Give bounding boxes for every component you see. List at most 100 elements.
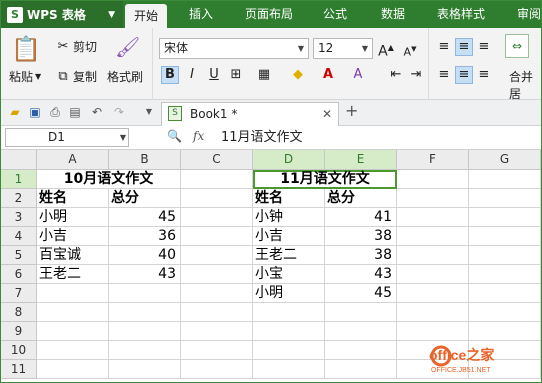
open-folder-icon[interactable]: ▰ [7, 104, 23, 120]
font-size-select[interactable]: 12 ▼ [313, 38, 373, 59]
document-tab[interactable]: S Book1 * ✕ [161, 102, 339, 126]
font-color-icon[interactable]: A [319, 66, 337, 84]
column-header-g[interactable]: G [469, 150, 541, 170]
cell-b7[interactable] [109, 284, 181, 303]
column-header-a[interactable]: A [37, 150, 109, 170]
cell-g8[interactable] [469, 303, 541, 322]
cell-f8[interactable] [397, 303, 469, 322]
column-header-d[interactable]: D [253, 150, 325, 170]
column-header-b[interactable]: B [109, 150, 181, 170]
cell-d4[interactable]: 小吉 [253, 227, 325, 246]
cell-f4[interactable] [397, 227, 469, 246]
align-bottom-icon[interactable]: ≡ [475, 38, 493, 56]
save-icon[interactable]: ▣ [27, 104, 43, 120]
print-preview-icon[interactable]: ▤ [67, 104, 83, 120]
cell-f2[interactable] [397, 189, 469, 208]
cell-g7[interactable] [469, 284, 541, 303]
row-header-6[interactable]: 6 [1, 265, 37, 284]
close-icon[interactable]: ✕ [322, 103, 332, 125]
underline-button[interactable]: U [205, 66, 223, 84]
column-header-f[interactable]: F [397, 150, 469, 170]
format-painter-button[interactable]: 格式刷 [107, 68, 143, 85]
column-header-c[interactable]: C [181, 150, 253, 170]
cell-b4[interactable]: 36 [109, 227, 181, 246]
zoom-search-icon[interactable]: 🔍 [167, 129, 182, 143]
row-header-4[interactable]: 4 [1, 227, 37, 246]
cell-b11[interactable] [109, 360, 181, 379]
cell-style-icon[interactable]: ▦ [255, 66, 273, 84]
cell-a5[interactable]: 百宝诚 [37, 246, 109, 265]
borders-icon[interactable]: ⊞ [227, 66, 245, 84]
cell-a1[interactable]: 10月语文作文 [37, 170, 181, 189]
cell-a3[interactable]: 小明 [37, 208, 109, 227]
indent-increase-icon[interactable]: ⇥ [407, 66, 425, 84]
cell-c5[interactable] [181, 246, 253, 265]
cell-d1[interactable]: 11月语文作文 [253, 170, 397, 189]
italic-button[interactable]: I [183, 66, 201, 84]
customize-toolbar-icon[interactable]: ▼ [141, 104, 157, 120]
paste-icon[interactable]: 📋 [11, 34, 41, 64]
cell-a7[interactable] [37, 284, 109, 303]
app-menu-button[interactable]: S WPS 表格 ▼ [1, 1, 123, 28]
cell-e11[interactable] [325, 360, 397, 379]
paste-button[interactable]: 粘贴 ▼ [9, 68, 41, 85]
cell-b3[interactable]: 45 [109, 208, 181, 227]
cell-c2[interactable] [181, 189, 253, 208]
tab-formulas[interactable]: 公式 [315, 1, 355, 28]
align-right-icon[interactable]: ≡ [475, 66, 493, 84]
row-header-9[interactable]: 9 [1, 322, 37, 341]
cell-e5[interactable]: 38 [325, 246, 397, 265]
row-header-3[interactable]: 3 [1, 208, 37, 227]
cell-e2[interactable]: 总分 [325, 189, 397, 208]
cell-b2[interactable]: 总分 [109, 189, 181, 208]
cell-e6[interactable]: 43 [325, 265, 397, 284]
cell-b10[interactable] [109, 341, 181, 360]
brush-icon[interactable]: 🖌 [115, 34, 141, 60]
function-icon[interactable]: fx [193, 129, 204, 143]
cell-c1[interactable] [181, 170, 253, 189]
row-header-2[interactable]: 2 [1, 189, 37, 208]
name-box[interactable]: D1 ▼ [5, 128, 129, 147]
fill-color-icon[interactable]: ◆ [289, 66, 307, 84]
cell-c7[interactable] [181, 284, 253, 303]
row-header-11[interactable]: 11 [1, 360, 37, 379]
cell-c9[interactable] [181, 322, 253, 341]
cell-c4[interactable] [181, 227, 253, 246]
shrink-font-icon[interactable]: A▼ [401, 40, 419, 59]
grow-font-icon[interactable]: A▲ [377, 39, 395, 60]
align-left-icon[interactable]: ≡ [435, 66, 453, 84]
cell-e4[interactable]: 38 [325, 227, 397, 246]
new-tab-plus-icon[interactable]: + [345, 101, 358, 120]
row-header-7[interactable]: 7 [1, 284, 37, 303]
print-icon[interactable]: ⎙ [47, 104, 63, 120]
cut-button[interactable]: ✂ 剪切 [55, 38, 97, 55]
cell-d7[interactable]: 小明 [253, 284, 325, 303]
cell-c6[interactable] [181, 265, 253, 284]
cell-e7[interactable]: 45 [325, 284, 397, 303]
cell-e9[interactable] [325, 322, 397, 341]
align-middle-icon[interactable]: ≡ [455, 38, 473, 56]
tab-table-style[interactable]: 表格样式 [429, 1, 493, 28]
cell-b6[interactable]: 43 [109, 265, 181, 284]
cell-f3[interactable] [397, 208, 469, 227]
cell-g3[interactable] [469, 208, 541, 227]
cell-d3[interactable]: 小钟 [253, 208, 325, 227]
cell-d9[interactable] [253, 322, 325, 341]
cell-a11[interactable] [37, 360, 109, 379]
cell-f7[interactable] [397, 284, 469, 303]
cell-b8[interactable] [109, 303, 181, 322]
cell-d10[interactable] [253, 341, 325, 360]
undo-icon[interactable]: ↶ [89, 104, 105, 120]
bold-button[interactable]: B [161, 66, 179, 84]
align-top-icon[interactable]: ≡ [435, 38, 453, 56]
cell-d2[interactable]: 姓名 [253, 189, 325, 208]
row-header-8[interactable]: 8 [1, 303, 37, 322]
column-header-e[interactable]: E [325, 150, 397, 170]
indent-decrease-icon[interactable]: ⇤ [387, 66, 405, 84]
cell-e8[interactable] [325, 303, 397, 322]
clear-format-icon[interactable]: A [349, 66, 367, 84]
tab-data[interactable]: 数据 [373, 1, 413, 28]
cell-a2[interactable]: 姓名 [37, 189, 109, 208]
cell-a4[interactable]: 小吉 [37, 227, 109, 246]
cell-g2[interactable] [469, 189, 541, 208]
